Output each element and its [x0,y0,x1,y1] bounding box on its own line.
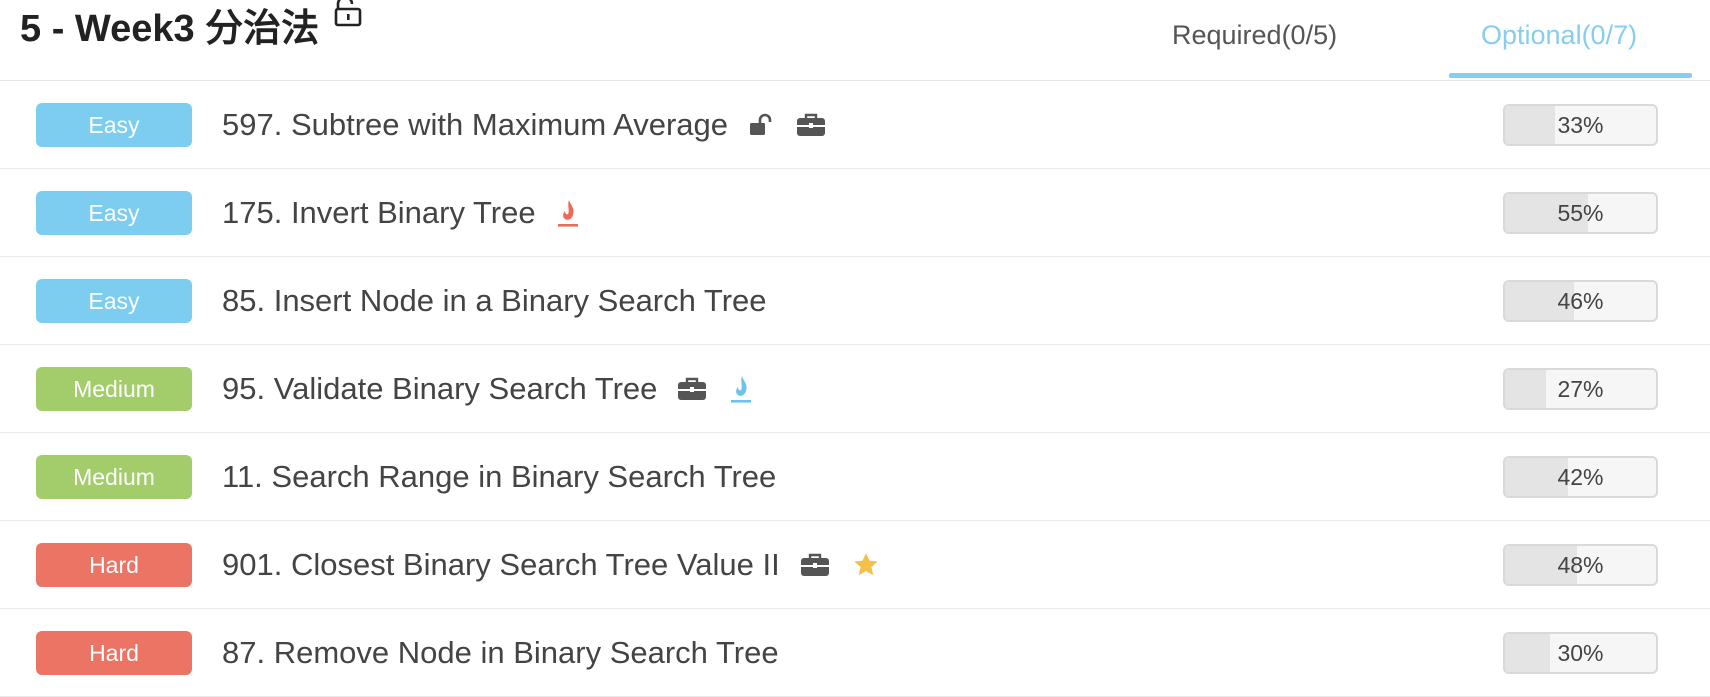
page-title-text: 5 - Week3 分治法 [20,7,320,50]
tab-optional[interactable]: Optional(0/7) [1481,20,1637,51]
briefcase-icon [796,112,826,138]
problem-row[interactable]: Medium 11. Search Range in Binary Search… [0,433,1710,521]
acceptance-rate: 42% [1503,456,1658,498]
lock-open-icon [748,113,774,137]
acceptance-rate: 46% [1503,280,1658,322]
acceptance-rate: 30% [1503,632,1658,674]
acceptance-rate: 55% [1503,192,1658,234]
difficulty-badge: Medium [36,455,192,499]
acceptance-rate-text: 46% [1557,287,1604,314]
problem-title[interactable]: 85. Insert Node in a Binary Search Tree [222,277,787,325]
problem-row[interactable]: Hard 901. Closest Binary Search Tree Val… [0,521,1710,609]
acceptance-rate: 27% [1503,368,1658,410]
acceptance-rate: 33% [1503,104,1658,146]
problem-title-text[interactable]: 85. Insert Node in a Binary Search Tree [222,283,767,319]
problem-row[interactable]: Easy 597. Subtree with Maximum Average 3… [0,81,1710,169]
difficulty-badge: Easy [36,103,192,147]
acceptance-rate-text: 42% [1557,463,1604,490]
page-title: 5 - Week3 分治法 [20,0,363,50]
difficulty-badge: Hard [36,631,192,675]
problem-title[interactable]: 95. Validate Binary Search Tree [222,365,753,413]
acceptance-rate-text: 27% [1557,375,1604,402]
acceptance-rate-text: 30% [1557,639,1604,666]
difficulty-badge: Easy [36,279,192,323]
problem-title-text[interactable]: 87. Remove Node in Binary Search Tree [222,635,779,671]
problem-list: Easy 597. Subtree with Maximum Average 3… [0,81,1710,697]
problem-title[interactable]: 901. Closest Binary Search Tree Value II [222,541,880,589]
problem-row[interactable]: Medium 95. Validate Binary Search Tree 2… [0,345,1710,433]
tab-required[interactable]: Required(0/5) [1172,20,1337,51]
acceptance-rate: 48% [1503,544,1658,586]
difficulty-badge: Easy [36,191,192,235]
problem-title[interactable]: 597. Subtree with Maximum Average [222,101,826,149]
acceptance-rate-text: 33% [1557,111,1604,138]
lock-open-icon[interactable] [333,0,363,37]
flame-blue-icon [729,374,753,404]
difficulty-badge: Medium [36,367,192,411]
star-icon [852,551,880,579]
problem-title[interactable]: 175. Invert Binary Tree [222,189,580,237]
problem-title-text[interactable]: 597. Subtree with Maximum Average [222,107,728,143]
problem-title-text[interactable]: 175. Invert Binary Tree [222,195,536,231]
problem-title[interactable]: 87. Remove Node in Binary Search Tree [222,629,799,677]
problem-icons [556,198,580,228]
problem-row[interactable]: Easy 85. Insert Node in a Binary Search … [0,257,1710,345]
briefcase-icon [677,376,707,402]
problem-icons [748,112,826,138]
problem-row[interactable]: Easy 175. Invert Binary Tree 55% [0,169,1710,257]
section-header: 5 - Week3 分治法 Required(0/5) Optional(0/7… [0,0,1710,81]
problem-icons [677,374,753,404]
problem-title-text[interactable]: 95. Validate Binary Search Tree [222,371,657,407]
briefcase-icon [800,552,830,578]
flame-red-icon [556,198,580,228]
acceptance-rate-text: 55% [1557,199,1604,226]
problem-title[interactable]: 11. Search Range in Binary Search Tree [222,453,796,501]
difficulty-badge: Hard [36,543,192,587]
problem-icons [800,551,880,579]
problem-title-text[interactable]: 901. Closest Binary Search Tree Value II [222,547,780,583]
problem-title-text[interactable]: 11. Search Range in Binary Search Tree [222,459,776,495]
problem-row[interactable]: Hard 87. Remove Node in Binary Search Tr… [0,609,1710,697]
active-tab-indicator [1449,73,1692,78]
acceptance-rate-text: 48% [1557,551,1604,578]
